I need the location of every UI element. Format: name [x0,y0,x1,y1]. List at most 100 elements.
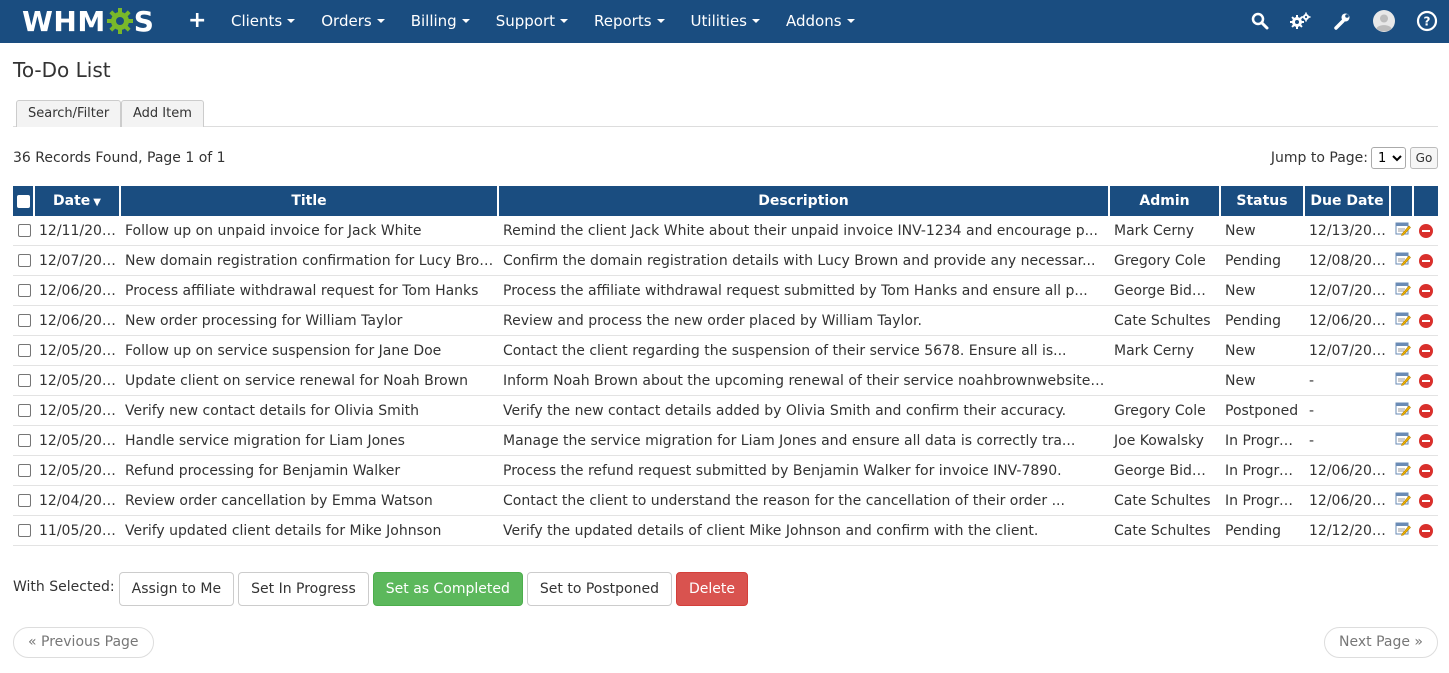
sort-down-icon: ▼ [93,197,101,208]
col-header-date[interactable]: Date ▼ [35,186,121,216]
edit-icon[interactable] [1395,371,1411,390]
row-checkbox[interactable] [17,314,31,327]
todo-table: Date ▼ Title Description Admin Status Due… [13,186,1438,546]
delete-icon[interactable] [1419,463,1433,478]
row-title: Process affiliate withdrawal request for… [121,276,499,306]
row-checkbox[interactable] [17,524,31,537]
menu-billing[interactable]: Billing [398,0,483,43]
table-row: 12/06/2024 Process affiliate withdrawal r… [13,276,1438,306]
edit-icon[interactable] [1395,281,1411,300]
row-checkbox[interactable] [17,344,31,357]
row-edit-cell [1391,216,1414,246]
row-status: Postponed [1221,396,1305,426]
table-row: 12/05/2024 Verify new contact details for… [13,396,1438,426]
delete-icon[interactable] [1419,523,1433,538]
delete-icon[interactable] [1419,343,1433,358]
menu-orders[interactable]: Orders [308,0,397,43]
row-select-cell [13,456,35,486]
user-avatar-icon[interactable] [1372,9,1396,33]
col-header-due-date[interactable]: Due Date [1305,186,1391,216]
row-title: Verify new contact details for Olivia Sm… [121,396,499,426]
row-due-date: 12/12/2024 [1305,516,1391,546]
row-edit-cell [1391,366,1414,396]
table-row: 12/07/2024 New domain registration confir… [13,246,1438,276]
edit-icon[interactable] [1395,221,1411,240]
main-menu: Clients Orders Billing Support Reports U… [218,0,868,43]
row-select-cell [13,366,35,396]
row-checkbox[interactable] [17,494,31,507]
select-all-checkbox[interactable] [16,194,30,208]
page-select[interactable]: 1 [1371,147,1406,169]
row-checkbox[interactable] [17,224,31,237]
delete-icon[interactable] [1419,253,1433,268]
row-checkbox[interactable] [17,434,31,447]
delete-icon[interactable] [1419,373,1433,388]
menu-clients[interactable]: Clients [218,0,308,43]
col-header-admin[interactable]: Admin [1110,186,1221,216]
delete-icon[interactable] [1419,403,1433,418]
row-checkbox[interactable] [17,464,31,477]
row-date: 12/06/2024 [35,276,121,306]
delete-icon[interactable] [1419,493,1433,508]
row-checkbox[interactable] [17,284,31,297]
whmcs-logo[interactable]: WHM S [22,4,154,38]
row-delete-cell [1414,246,1438,276]
edit-icon[interactable] [1395,341,1411,360]
go-button[interactable]: Go [1410,147,1438,169]
delete-icon[interactable] [1419,433,1433,448]
previous-page-button[interactable]: « Previous Page [13,627,154,658]
delete-button[interactable]: Delete [675,572,748,606]
logo-text-left: WHM [22,4,106,38]
plus-icon[interactable]: + [188,8,206,34]
cogs-icon[interactable] [1288,9,1312,33]
row-title: Update client on service renewal for Noa… [121,366,499,396]
edit-icon[interactable] [1395,461,1411,480]
menu-addons[interactable]: Addons [773,0,868,43]
tab-add-item[interactable]: Add Item [121,100,204,127]
delete-icon[interactable] [1419,223,1433,238]
help-icon[interactable]: ? [1415,9,1439,33]
col-header-edit [1391,186,1414,216]
set-completed-button[interactable]: Set as Completed [372,572,523,606]
edit-icon[interactable] [1395,401,1411,420]
menu-utilities[interactable]: Utilities [678,0,773,43]
row-checkbox[interactable] [17,254,31,267]
records-count: 36 Records Found, Page 1 of 1 [13,150,226,166]
row-status: New [1221,366,1305,396]
edit-icon[interactable] [1395,431,1411,450]
row-admin: Cate Schultes [1110,516,1221,546]
col-header-description[interactable]: Description [499,186,1110,216]
row-admin: Cate Schultes [1110,306,1221,336]
wrench-icon[interactable] [1330,9,1354,33]
edit-icon[interactable] [1395,251,1411,270]
edit-icon[interactable] [1395,521,1411,540]
menu-support[interactable]: Support [483,0,581,43]
tab-search-filter[interactable]: Search/Filter [16,100,122,127]
row-description: Review and process the new order placed … [499,306,1110,336]
row-select-cell [13,396,35,426]
edit-icon[interactable] [1395,311,1411,330]
search-icon[interactable] [1248,9,1272,33]
col-header-title[interactable]: Title [121,186,499,216]
col-header-delete [1414,186,1438,216]
set-postponed-button[interactable]: Set to Postponed [526,572,672,606]
row-delete-cell [1414,516,1438,546]
delete-icon[interactable] [1419,283,1433,298]
row-description: Manage the service migration for Liam Jo… [499,426,1110,456]
assign-to-me-button[interactable]: Assign to Me [118,572,235,606]
next-page-button[interactable]: Next Page » [1324,627,1438,658]
set-in-progress-button[interactable]: Set In Progress [238,572,369,606]
edit-icon[interactable] [1395,491,1411,510]
row-status: New [1221,336,1305,366]
row-date: 12/05/2024 [35,396,121,426]
col-header-status[interactable]: Status [1221,186,1305,216]
row-checkbox[interactable] [17,404,31,417]
row-delete-cell [1414,456,1438,486]
menu-reports[interactable]: Reports [581,0,678,43]
row-checkbox[interactable] [17,374,31,387]
row-due-date: 12/08/2024 [1305,246,1391,276]
delete-icon[interactable] [1419,313,1433,328]
bulk-actions: With Selected: Assign to Me Set In Progr… [13,572,752,606]
row-delete-cell [1414,366,1438,396]
row-select-cell [13,276,35,306]
